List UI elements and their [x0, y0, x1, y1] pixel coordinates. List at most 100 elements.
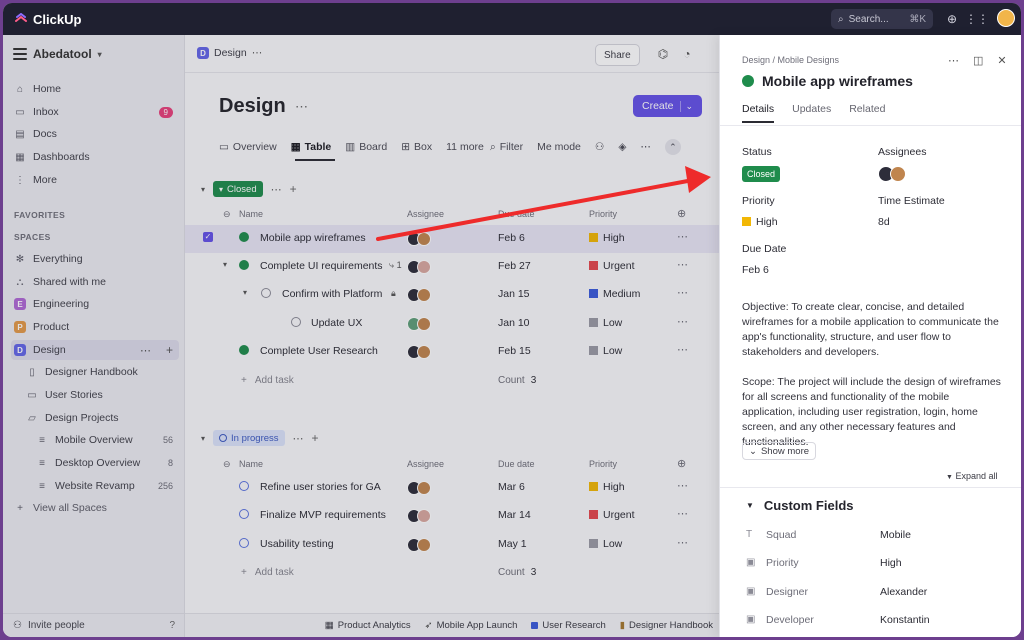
custom-field-value[interactable]: High: [880, 557, 902, 569]
view-all-spaces-link[interactable]: + View all Spaces: [11, 498, 179, 518]
group-options-icon[interactable]: ⋯: [293, 432, 304, 445]
add-to-space-icon[interactable]: +: [166, 343, 173, 357]
apps-grid-icon[interactable]: ⋮⋮: [965, 11, 989, 27]
row-options-icon[interactable]: ⋯: [677, 479, 688, 492]
user-avatar[interactable]: [997, 9, 1015, 27]
tab-more-views[interactable]: 11 more: [446, 141, 484, 153]
collapse-group-icon[interactable]: ▾: [201, 434, 205, 443]
priority-cell[interactable]: Urgent: [589, 509, 635, 521]
column-due-date[interactable]: Due date: [498, 209, 535, 219]
assignee-avatars[interactable]: [878, 166, 906, 182]
add-task-button[interactable]: + Add task: [241, 567, 294, 578]
expand-subtasks-icon[interactable]: ▾: [223, 260, 227, 269]
status-progress-icon[interactable]: [239, 481, 249, 491]
app-logo[interactable]: ClickUp: [15, 12, 81, 27]
tray-item-product-analytics[interactable]: ▦ Product Analytics: [325, 620, 411, 631]
tab-box[interactable]: ⊞ Box: [401, 141, 432, 153]
tab-related[interactable]: Related: [849, 103, 885, 115]
status-done-icon[interactable]: [239, 345, 249, 355]
row-options-icon[interactable]: ⋯: [677, 230, 688, 243]
custom-fields-header[interactable]: ▼ Custom Fields: [746, 498, 854, 513]
custom-field-row[interactable]: ▣ Designer Alexander: [720, 580, 1021, 608]
table-row[interactable]: ▾ Complete UI requirements ⤷ 1 Feb 27 Ur…: [185, 253, 719, 281]
panel-options-icon[interactable]: ⋯: [948, 54, 959, 67]
status-progress-icon[interactable]: [239, 538, 249, 548]
due-date[interactable]: May 1: [498, 538, 527, 550]
status-progress-icon[interactable]: [239, 509, 249, 519]
due-date[interactable]: Feb 15: [498, 345, 531, 357]
add-task-button[interactable]: + Add task: [241, 375, 294, 386]
custom-field-row[interactable]: T Squad Mobile: [720, 523, 1021, 551]
breadcrumb[interactable]: D Design ⋯: [197, 47, 262, 59]
description-scope[interactable]: Scope: The project will include the desi…: [742, 375, 1004, 450]
column-priority[interactable]: Priority: [589, 209, 617, 219]
column-priority[interactable]: Priority: [589, 459, 617, 469]
status-open-icon[interactable]: [261, 288, 271, 298]
row-options-icon[interactable]: ⋯: [677, 507, 688, 520]
table-row[interactable]: ✓ Mobile app wireframes Feb 6 High ⋯: [185, 225, 719, 253]
show-more-button[interactable]: ⌄ Show more: [742, 442, 817, 460]
status-done-icon[interactable]: [742, 75, 754, 87]
task-name[interactable]: Confirm with Platform: [282, 288, 382, 300]
tab-details[interactable]: Details: [742, 103, 774, 115]
tab-overview[interactable]: ▭ Overview: [219, 141, 277, 153]
collapse-group-icon[interactable]: ▾: [201, 185, 205, 194]
task-title[interactable]: Mobile app wireframes: [762, 73, 913, 89]
people-icon[interactable]: ⚇: [595, 141, 604, 153]
status-badge[interactable]: Closed: [742, 166, 781, 182]
assignee-avatars[interactable]: [407, 345, 431, 359]
sidebar-item-design[interactable]: D Design ⋯ +: [11, 340, 179, 360]
custom-field-row[interactable]: ▣ Developer Konstantin: [720, 608, 1021, 636]
sidebar-item-everything[interactable]: ✻ Everything: [11, 249, 179, 269]
subtask-count[interactable]: ⤷ 1: [389, 260, 402, 271]
collapse-icon[interactable]: ⌃: [664, 139, 681, 155]
status-open-icon[interactable]: [291, 317, 301, 327]
priority-cell[interactable]: Low: [589, 538, 622, 550]
table-row[interactable]: Complete User Research Feb 15 Low ⋯: [185, 338, 719, 366]
column-assignee[interactable]: Assignee: [407, 209, 444, 219]
tab-board[interactable]: ▥ Board: [345, 141, 387, 153]
sidebar-item-desktop-overview[interactable]: ≡ Desktop Overview 8: [33, 453, 179, 473]
workspace-switcher[interactable]: Abedatool ▾: [13, 47, 102, 61]
expand-subtasks-icon[interactable]: ▾: [243, 288, 247, 297]
view-options-icon[interactable]: ⋯: [640, 141, 651, 153]
description-objective[interactable]: Objective: To create clear, concise, and…: [742, 300, 1004, 360]
filter-button[interactable]: ⌕ Filter: [490, 141, 523, 154]
due-date[interactable]: Mar 14: [498, 509, 531, 521]
assignee-avatars[interactable]: [407, 481, 431, 495]
title-options-icon[interactable]: ⋯: [295, 99, 308, 115]
sidebar-item-home[interactable]: ⌂ Home: [11, 79, 179, 99]
sidebar-item-dashboards[interactable]: ▦ Dashboards: [11, 147, 179, 167]
due-date[interactable]: Mar 6: [498, 481, 525, 493]
row-options-icon[interactable]: ⋯: [677, 286, 688, 299]
tray-item-user-research[interactable]: User Research: [531, 620, 606, 631]
add-column-icon[interactable]: ⊕: [677, 457, 686, 470]
space-options-icon[interactable]: ⋯: [140, 344, 151, 357]
assignee-avatars[interactable]: [407, 232, 431, 246]
priority-cell[interactable]: Low: [589, 317, 622, 329]
tab-updates[interactable]: Updates: [792, 103, 831, 115]
notification-icon[interactable]: ◔: [679, 46, 695, 62]
layers-icon[interactable]: ◈: [618, 141, 626, 153]
task-name[interactable]: Mobile app wireframes: [260, 232, 366, 244]
custom-field-row[interactable]: ▣ Priority High: [720, 551, 1021, 579]
custom-field-value[interactable]: Mobile: [880, 529, 911, 541]
sidebar-item-product[interactable]: P Product: [11, 317, 179, 337]
row-checkbox[interactable]: ✓: [203, 232, 213, 242]
sidebar-item-user-stories[interactable]: ▭ User Stories: [23, 385, 179, 405]
task-name[interactable]: Refine user stories for GA: [260, 481, 381, 493]
priority-cell[interactable]: High: [589, 232, 625, 244]
create-button[interactable]: Create ⌄: [633, 95, 703, 117]
table-row[interactable]: Update UX Jan 10 Low ⋯: [185, 310, 719, 338]
priority-value[interactable]: High: [742, 216, 778, 228]
share-button[interactable]: Share: [595, 44, 640, 66]
table-row[interactable]: Refine user stories for GA Mar 6 High ⋯: [185, 474, 719, 502]
robot-icon[interactable]: ⌬: [655, 46, 671, 62]
panel-breadcrumb[interactable]: Design / Mobile Designs: [742, 55, 839, 65]
status-badge[interactable]: In progress: [213, 430, 285, 446]
row-options-icon[interactable]: ⋯: [677, 536, 688, 549]
row-options-icon[interactable]: ⋯: [677, 315, 688, 328]
tab-table[interactable]: ▦ Table: [291, 141, 332, 153]
due-date[interactable]: Feb 27: [498, 260, 531, 272]
table-row[interactable]: ▾ Confirm with Platform 🔒︎ Jan 15 Medium…: [185, 281, 719, 309]
